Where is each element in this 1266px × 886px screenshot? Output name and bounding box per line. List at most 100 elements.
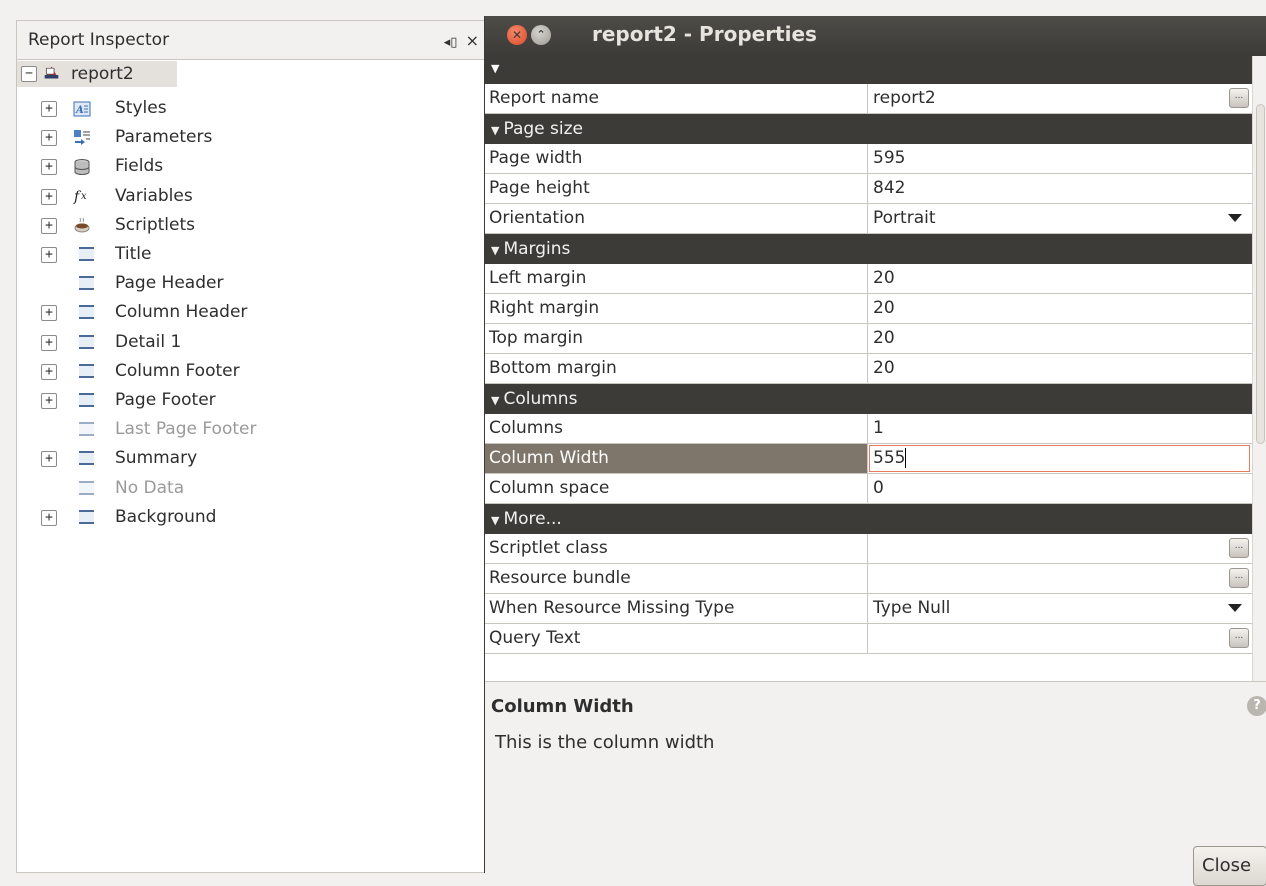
prop-row-page-width[interactable]: Page width 595 (485, 144, 1252, 174)
dropdown-arrow-icon[interactable] (1228, 214, 1242, 222)
section-expanded-icon: ▼ (491, 124, 500, 137)
close-panel-icon[interactable]: × (466, 31, 479, 50)
prop-row-resource-bundle[interactable]: Resource bundle ... (485, 564, 1252, 594)
tree-item-label: Variables (115, 186, 193, 206)
prop-row-top-margin[interactable]: Top margin 20 (485, 324, 1252, 354)
tree-item-label: Background (115, 507, 217, 527)
report-inspector-panel: Report Inspector ◂▯ × − report2 + A Styles… (16, 20, 486, 873)
prop-value[interactable]: 20 (869, 324, 1252, 353)
tree-item-parameters[interactable]: + Parameters (17, 123, 485, 152)
expand-icon[interactable]: + (41, 101, 57, 117)
tree-item-label: Fields (115, 156, 164, 176)
styles-icon: A (73, 99, 91, 117)
expand-icon[interactable]: + (41, 335, 57, 351)
ellipsis-button[interactable]: ... (1229, 538, 1249, 558)
expand-icon[interactable]: + (41, 393, 57, 409)
expand-icon[interactable]: + (41, 189, 57, 205)
prop-value[interactable]: 20 (869, 264, 1252, 293)
close-button[interactable]: Close (1193, 846, 1266, 886)
tree-item-label: Parameters (115, 127, 213, 147)
prop-row-query-text[interactable]: Query Text ... (485, 624, 1252, 654)
tree-item-fields[interactable]: + Fields (17, 152, 485, 181)
tree-item-scriptlets[interactable]: + Scriptlets (17, 211, 485, 240)
prop-label: Column space (485, 474, 868, 503)
expand-icon[interactable]: + (41, 305, 57, 321)
section-margins[interactable]: ▼ Margins (485, 234, 1252, 264)
tree-item-page-footer[interactable]: + Page Footer (17, 386, 485, 415)
prop-row-page-height[interactable]: Page height 842 (485, 174, 1252, 204)
tree-root-report2[interactable]: − report2 (17, 61, 177, 87)
expand-icon[interactable]: + (41, 510, 57, 526)
property-grid-header[interactable]: ▼ (485, 56, 1252, 84)
prop-row-column-space[interactable]: Column space 0 (485, 474, 1252, 504)
ellipsis-button[interactable]: ... (1229, 628, 1249, 648)
prop-value[interactable]: 595 (869, 144, 1252, 173)
collapse-root-icon[interactable]: − (21, 66, 37, 82)
prop-value[interactable]: 1 (869, 414, 1252, 443)
prop-value[interactable] (869, 534, 1252, 563)
inspector-header-buttons: ◂▯ × (440, 31, 479, 50)
prop-row-column-width[interactable]: Column Width 555 (485, 444, 1252, 474)
column-width-input[interactable]: 555 (869, 445, 1250, 472)
prop-label: Page height (485, 174, 868, 203)
expand-icon[interactable]: + (41, 451, 57, 467)
pin-panel-icon[interactable]: ◂▯ (444, 35, 458, 50)
tree-item-last-page-footer[interactable]: Last Page Footer (17, 415, 485, 444)
expand-icon[interactable]: + (41, 130, 57, 146)
prop-row-report-name[interactable]: Report name report2 ... (485, 84, 1252, 114)
prop-value[interactable]: 842 (869, 174, 1252, 203)
collapse-all-icon[interactable]: ▼ (491, 62, 499, 75)
expand-icon[interactable]: + (41, 364, 57, 380)
tree-item-label: Detail 1 (115, 332, 182, 352)
section-columns[interactable]: ▼ Columns (485, 384, 1252, 414)
expand-icon[interactable]: + (41, 218, 57, 234)
tree-item-summary[interactable]: + Summary (17, 444, 485, 473)
tree-item-column-footer[interactable]: + Column Footer (17, 357, 485, 386)
tree-item-no-data[interactable]: No Data (17, 474, 485, 503)
tree-item-variables[interactable]: + f x Variables (17, 182, 485, 211)
prop-row-columns[interactable]: Columns 1 (485, 414, 1252, 444)
tree-item-page-header[interactable]: Page Header (17, 269, 485, 298)
prop-row-orientation[interactable]: Orientation Portrait (485, 204, 1252, 234)
section-page-size[interactable]: ▼ Page size (485, 114, 1252, 144)
prop-row-when-resource-missing[interactable]: When Resource Missing Type Type Null (485, 594, 1252, 624)
band-icon (79, 335, 94, 349)
prop-row-right-margin[interactable]: Right margin 20 (485, 294, 1252, 324)
tree-item-background[interactable]: + Background (17, 503, 485, 532)
tree-item-detail-1[interactable]: + Detail 1 (17, 328, 485, 357)
prop-label: When Resource Missing Type (485, 594, 868, 623)
prop-value[interactable] (869, 564, 1252, 593)
prop-value[interactable]: 0 (869, 474, 1252, 503)
prop-value[interactable]: 20 (869, 294, 1252, 323)
prop-row-scriptlet-class[interactable]: Scriptlet class ... (485, 534, 1252, 564)
prop-row-left-margin[interactable]: Left margin 20 (485, 264, 1252, 294)
prop-row-bottom-margin[interactable]: Bottom margin 20 (485, 354, 1252, 384)
prop-value[interactable] (869, 624, 1252, 653)
tree-item-label: Scriptlets (115, 215, 196, 235)
ellipsis-button[interactable]: ... (1229, 88, 1249, 108)
section-more[interactable]: ▼ More... (485, 504, 1252, 534)
help-icon[interactable]: ? (1247, 696, 1266, 716)
property-description-panel: Column Width ? This is the column width … (485, 681, 1266, 886)
prop-label: Column Width (485, 444, 868, 473)
vertical-scrollbar[interactable] (1252, 56, 1266, 681)
variables-icon: fx (73, 187, 90, 205)
tree-item-column-header[interactable]: + Column Header (17, 298, 485, 327)
orientation-select[interactable]: Portrait (869, 204, 1252, 233)
tree-item-styles[interactable]: + A Styles (17, 94, 485, 123)
prop-value[interactable]: report2 (869, 84, 1252, 113)
dropdown-arrow-icon[interactable] (1228, 604, 1242, 612)
ellipsis-button[interactable]: ... (1229, 568, 1249, 588)
tree-item-label: Page Header (115, 273, 224, 293)
window-close-icon[interactable]: ✕ (507, 25, 527, 45)
scrollbar-thumb[interactable] (1256, 104, 1265, 444)
band-icon (79, 364, 94, 378)
text-caret (905, 448, 907, 468)
prop-value[interactable]: 20 (869, 354, 1252, 383)
when-resource-missing-select[interactable]: Type Null (869, 594, 1252, 623)
window-minimize-icon[interactable]: ⌃ (531, 25, 551, 45)
tree-item-title[interactable]: + Title (17, 240, 485, 269)
expand-icon[interactable]: + (41, 159, 57, 175)
expand-icon[interactable]: + (41, 247, 57, 263)
section-label: Columns (503, 389, 578, 409)
